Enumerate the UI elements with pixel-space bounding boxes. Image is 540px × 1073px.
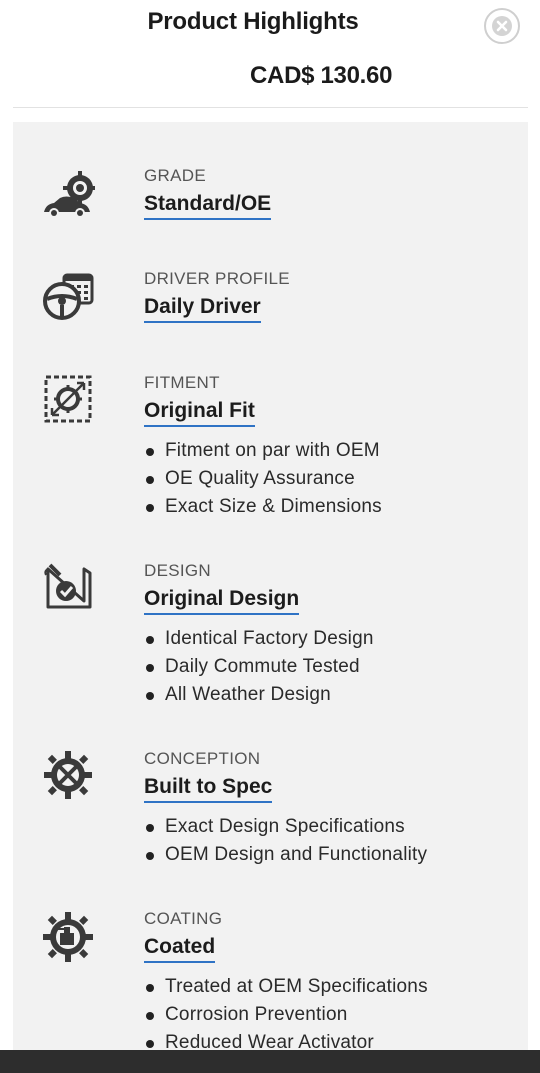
car-gear-icon (40, 166, 96, 222)
highlight-label: FITMENT (144, 373, 220, 392)
bottom-bar (0, 1050, 540, 1073)
fitment-frame-icon (40, 373, 96, 429)
product-price: CAD$ 130.60 (250, 62, 393, 89)
bullet-item: Exact Design Specifications (144, 813, 427, 841)
bullet-item: Identical Factory Design (144, 625, 374, 653)
bullet-item: All Weather Design (144, 681, 374, 709)
gear-spray-icon (40, 909, 96, 965)
bullet-item: Daily Commute Tested (144, 653, 374, 681)
highlight-label: CONCEPTION (144, 749, 261, 768)
highlight-label: COATING (144, 909, 223, 928)
highlight-label: DESIGN (144, 561, 211, 580)
highlight-value: Original Fit (144, 399, 255, 427)
highlights-panel: GRADE Standard/OE DRIVER PROFILE Daily D… (13, 122, 528, 1062)
bullet-item: Exact Size & Dimensions (144, 493, 382, 521)
highlight-label: GRADE (144, 166, 206, 185)
bullet-item: Treated at OEM Specifications (144, 973, 428, 1001)
gear-tools-icon (40, 749, 96, 805)
highlight-label: DRIVER PROFILE (144, 269, 290, 288)
blueprint-check-icon (40, 561, 96, 617)
bullet-item: Fitment on par with OEM (144, 437, 382, 465)
highlight-bullets: Identical Factory Design Daily Commute T… (144, 625, 374, 709)
highlight-value: Built to Spec (144, 775, 273, 803)
highlight-bullets: Fitment on par with OEM OE Quality Assur… (144, 437, 382, 521)
highlight-value: Original Design (144, 587, 300, 615)
highlight-value: Daily Driver (144, 295, 261, 323)
highlight-bullets: Treated at OEM Specifications Corrosion … (144, 973, 428, 1057)
highlight-bullets: Exact Design Specifications OEM Design a… (144, 813, 427, 869)
highlight-value: Standard/OE (144, 192, 272, 220)
modal-title: Product Highlights (147, 8, 359, 35)
highlight-value: Coated (144, 935, 216, 963)
bullet-item: OEM Design and Functionality (144, 841, 427, 869)
bullet-item: Corrosion Prevention (144, 1001, 428, 1029)
close-icon (492, 16, 512, 36)
bullet-item: OE Quality Assurance (144, 465, 382, 493)
steering-wheel-calendar-icon (40, 269, 96, 325)
header-divider (13, 107, 528, 108)
close-button[interactable] (484, 8, 520, 44)
modal-header: Product Highlights CAD$ 130.60 (0, 0, 540, 108)
